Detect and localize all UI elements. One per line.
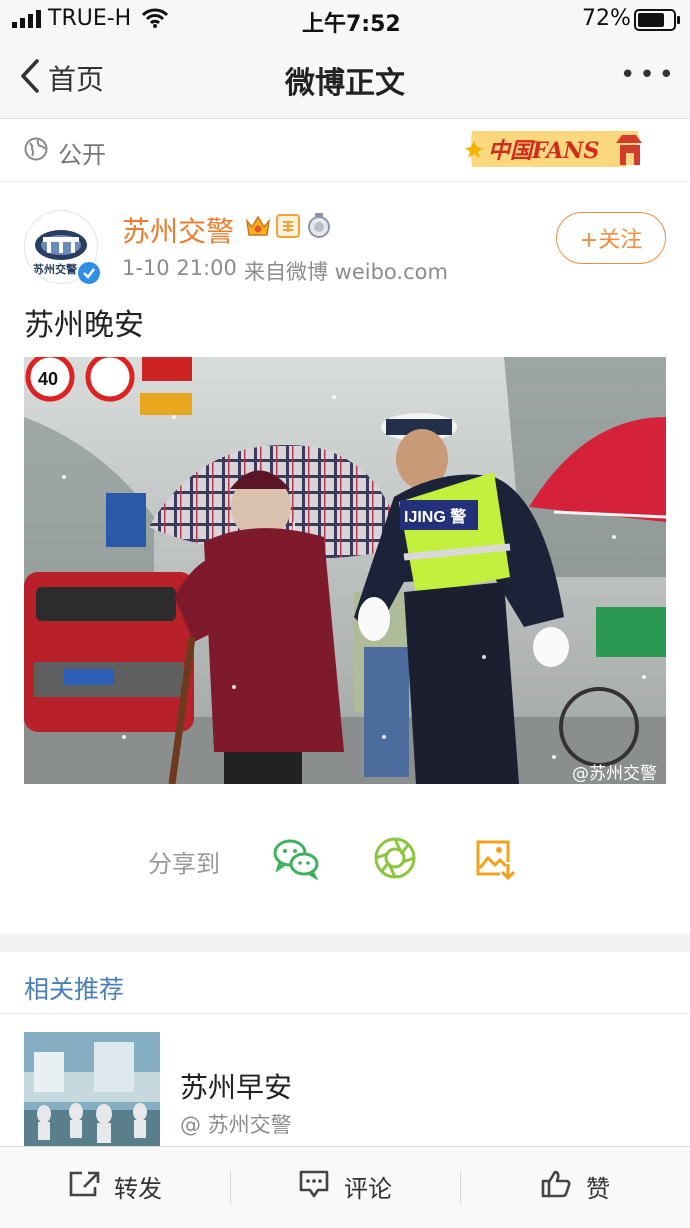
- comment-button[interactable]: 评论: [230, 1146, 460, 1227]
- nav-bar: 首页 微博正文 •••: [0, 38, 690, 119]
- author-name[interactable]: 苏州交警: [122, 210, 234, 250]
- signal-icon: [12, 10, 42, 28]
- comment-label: 评论: [344, 1175, 392, 1203]
- verified-badge-icon: [76, 260, 102, 286]
- repost-icon: [68, 1170, 100, 1204]
- like-button[interactable]: 赞: [460, 1146, 690, 1227]
- photo-watermark: @苏州交警: [572, 764, 657, 784]
- speed-sign-text: 40: [38, 369, 58, 389]
- section-divider: [0, 934, 690, 952]
- battery-percent: 72%: [582, 6, 631, 31]
- page-title: 微博正文: [285, 66, 405, 101]
- post-timestamp: 1-10 21:00: [122, 256, 237, 280]
- avatar-caption: 苏州交警: [33, 263, 77, 276]
- wechat-icon[interactable]: [272, 836, 320, 884]
- wifi-icon: [141, 8, 169, 32]
- carrier-name: TRUE-H: [48, 6, 132, 31]
- clock: 上午7:52: [302, 12, 401, 37]
- save-image-icon[interactable]: [474, 838, 516, 884]
- related-item[interactable]: 苏州早安 @ 苏州交警: [0, 1014, 690, 1146]
- medal-icon: [306, 212, 332, 244]
- related-header: 相关推荐: [24, 975, 125, 1004]
- thumbs-up-icon: [540, 1169, 572, 1205]
- visibility-row: 公开 中国FANS: [0, 119, 690, 182]
- status-bar: TRUE-H 上午7:52 72%: [0, 0, 690, 38]
- like-label: 赞: [586, 1175, 610, 1203]
- comment-icon: [298, 1169, 330, 1205]
- related-item-author: @ 苏州交警: [180, 1113, 292, 1137]
- repost-button[interactable]: 转发: [0, 1146, 230, 1227]
- visibility-label: 公开: [58, 141, 106, 169]
- moments-icon[interactable]: [373, 836, 417, 884]
- badge-text: 中国FANS: [488, 138, 600, 164]
- related-item-title: 苏州早安: [180, 1071, 293, 1104]
- post-photo[interactable]: 40 IJING 警 @苏州交警: [24, 357, 666, 784]
- post-source[interactable]: 来自微博 weibo.com: [244, 256, 448, 286]
- follow-button[interactable]: +关注: [556, 212, 666, 264]
- battery-icon: [634, 9, 682, 35]
- china-fans-badge[interactable]: 中国FANS: [465, 121, 644, 177]
- related-item-thumbnail: [24, 1032, 160, 1146]
- share-label: 分享到: [148, 850, 220, 878]
- sports-badge-icon: [276, 214, 300, 242]
- globe-icon: [24, 137, 48, 165]
- vest-text: IJING 警: [404, 507, 466, 526]
- post-text: 苏州晚安: [24, 308, 144, 343]
- more-button[interactable]: •••: [620, 60, 678, 90]
- repost-label: 转发: [114, 1175, 162, 1203]
- crown-icon: [245, 213, 271, 243]
